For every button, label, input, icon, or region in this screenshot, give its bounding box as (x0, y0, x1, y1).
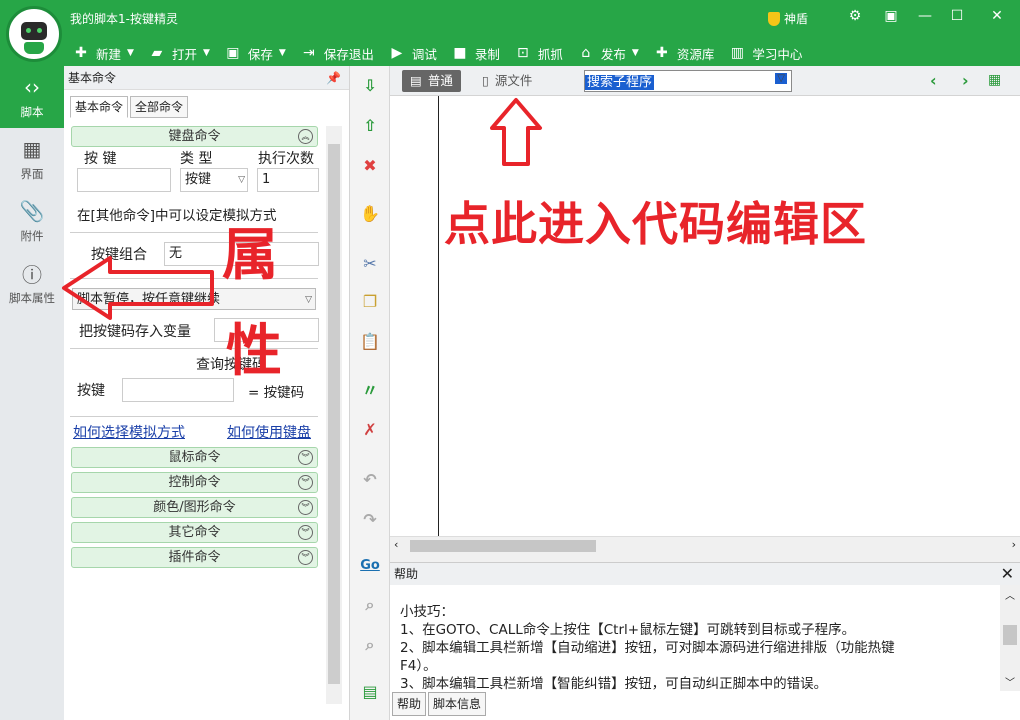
annotation-overlay (62, 98, 542, 320)
annotation-prop-char2: 性 (226, 319, 282, 384)
annotation-prop-char1: 属 (222, 223, 278, 288)
annotation-editor-hint: 点此进入代码编辑区 (444, 197, 867, 251)
annotation-arrow-left (62, 256, 214, 320)
annotation-arrow-up (490, 98, 542, 166)
